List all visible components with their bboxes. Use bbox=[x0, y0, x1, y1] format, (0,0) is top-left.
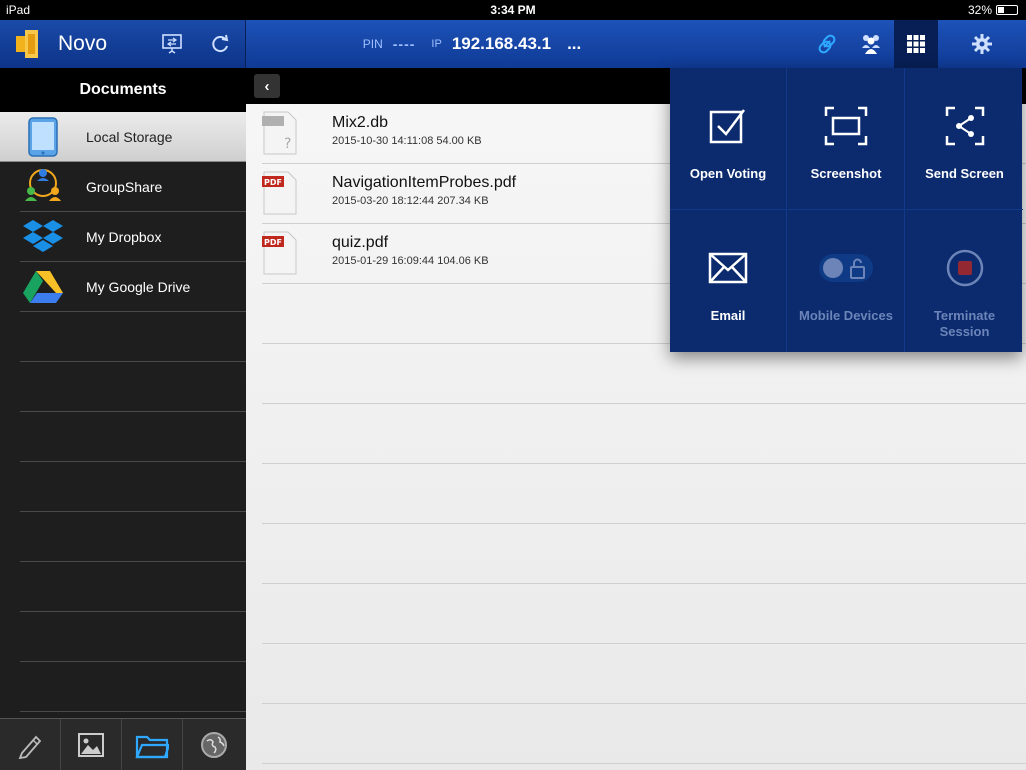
gallery-tab[interactable] bbox=[61, 719, 122, 770]
menu-label: Send Screen bbox=[925, 166, 1004, 181]
documents-tab[interactable] bbox=[122, 719, 183, 770]
sidebar-empty-row bbox=[20, 512, 246, 562]
file-name: Mix2.db bbox=[332, 114, 389, 131]
file-name: NavigationItemProbes.pdf bbox=[332, 174, 517, 191]
sidebar-title: Documents bbox=[0, 68, 246, 112]
sidebar-toolbar bbox=[0, 718, 246, 770]
empty-row bbox=[262, 524, 1026, 584]
refresh-button[interactable] bbox=[204, 28, 236, 60]
battery-percent: 32% bbox=[967, 3, 992, 17]
unknown-file-icon: ? bbox=[262, 111, 297, 155]
pdf-badge: PDF bbox=[264, 178, 282, 187]
sidebar: Documents Local Storage GroupShare My Dr… bbox=[0, 68, 246, 770]
grid-menu-icon bbox=[907, 35, 925, 53]
screenshot-icon bbox=[824, 106, 868, 146]
mobile-lock-toggle-icon bbox=[819, 254, 873, 282]
stop-icon bbox=[946, 249, 983, 287]
sidebar-item-label: GroupShare bbox=[86, 178, 163, 195]
sidebar-item-dropbox[interactable]: My Dropbox bbox=[20, 212, 246, 262]
header-actions bbox=[698, 20, 1026, 68]
menu-grid-button[interactable] bbox=[894, 20, 938, 68]
sidebar-empty-row bbox=[20, 662, 246, 712]
google-drive-icon bbox=[22, 266, 64, 308]
send-screen-icon bbox=[945, 106, 984, 146]
empty-row bbox=[262, 344, 1026, 404]
menu-label: Screenshot bbox=[810, 166, 882, 181]
sidebar-empty-row bbox=[20, 412, 246, 462]
menu-label: Mobile Devices bbox=[799, 308, 893, 323]
empty-row bbox=[262, 704, 1026, 764]
battery-status: 32% bbox=[968, 3, 1018, 17]
tablet-icon bbox=[22, 116, 64, 158]
empty-row bbox=[262, 464, 1026, 524]
folder-icon bbox=[135, 735, 169, 759]
sidebar-item-label: Local Storage bbox=[86, 128, 173, 145]
brand-area: Novo bbox=[0, 20, 246, 68]
svg-text:?: ? bbox=[284, 136, 291, 152]
back-button[interactable]: ‹ bbox=[254, 74, 280, 98]
image-icon bbox=[78, 733, 104, 757]
group-share-icon bbox=[22, 166, 64, 208]
clock: 3:34 PM bbox=[490, 3, 536, 17]
email-button[interactable]: Email bbox=[670, 210, 787, 352]
sidebar-empty-row bbox=[20, 362, 246, 412]
pin-label: PIN bbox=[362, 37, 383, 51]
menu-label: Terminate Session bbox=[933, 308, 996, 339]
users-group-icon bbox=[862, 35, 880, 54]
status-bar: iPad 3:34 PM 32% bbox=[0, 0, 1026, 20]
ip-label: IP bbox=[431, 38, 442, 50]
open-voting-button[interactable]: Open Voting bbox=[670, 68, 787, 210]
file-meta: 2015-01-29 16:09:44 104.06 KB bbox=[332, 255, 489, 267]
send-screen-button[interactable]: Send Screen bbox=[906, 68, 1023, 210]
novo-logo-icon bbox=[16, 30, 38, 58]
gear-icon bbox=[972, 34, 992, 54]
app-header: Novo PIN ---- IP 192.168.43.1 ... bbox=[0, 20, 1026, 68]
users-button[interactable] bbox=[850, 20, 892, 68]
file-meta: 2015-03-20 18:12:44 207.34 KB bbox=[332, 195, 489, 207]
sidebar-item-label: My Google Drive bbox=[86, 278, 191, 295]
dropbox-icon bbox=[22, 216, 64, 258]
pdf-file-icon: PDF bbox=[262, 231, 297, 275]
chevron-left-icon: ‹ bbox=[264, 77, 270, 95]
sidebar-empty-row bbox=[20, 612, 246, 662]
web-tab[interactable] bbox=[183, 719, 244, 770]
menu-label: Email bbox=[710, 308, 746, 323]
refresh-icon bbox=[212, 34, 229, 53]
empty-row bbox=[262, 644, 1026, 704]
pin-value: ---- bbox=[392, 36, 416, 52]
app-name: Novo bbox=[58, 32, 108, 55]
link-icon bbox=[818, 34, 836, 54]
connection-info: PIN ---- IP 192.168.43.1 ... bbox=[246, 20, 698, 68]
ip-more[interactable]: ... bbox=[567, 34, 581, 54]
sidebar-empty-row bbox=[20, 462, 246, 512]
globe-icon bbox=[200, 732, 227, 758]
sidebar-empty-row bbox=[20, 312, 246, 362]
projector-screen-icon bbox=[162, 34, 182, 54]
ip-address: 192.168.43.1 bbox=[451, 34, 552, 53]
battery-icon bbox=[996, 5, 1018, 15]
settings-button[interactable] bbox=[960, 20, 1004, 68]
pdf-badge: PDF bbox=[264, 238, 282, 247]
email-icon bbox=[708, 252, 748, 284]
empty-row bbox=[262, 404, 1026, 464]
voting-checkbox-icon bbox=[709, 109, 745, 144]
menu-label: Open Voting bbox=[689, 166, 767, 181]
sidebar-item-label: My Dropbox bbox=[86, 228, 162, 245]
link-button[interactable] bbox=[806, 20, 848, 68]
sidebar-item-google-drive[interactable]: My Google Drive bbox=[20, 262, 246, 312]
actions-popup-menu: Open Voting Screenshot Send Screen Email… bbox=[670, 68, 1023, 352]
pdf-file-icon: PDF bbox=[262, 171, 297, 215]
sidebar-item-local-storage[interactable]: Local Storage bbox=[0, 112, 246, 162]
terminate-session-button[interactable]: Terminate Session bbox=[906, 210, 1023, 352]
file-name: quiz.pdf bbox=[332, 234, 389, 251]
screenshot-button[interactable]: Screenshot bbox=[788, 68, 905, 210]
projection-button[interactable] bbox=[156, 28, 188, 60]
mobile-devices-button[interactable]: Mobile Devices bbox=[788, 210, 905, 352]
file-meta: 2015-10-30 14:11:08 54.00 KB bbox=[332, 135, 482, 147]
empty-row bbox=[262, 584, 1026, 644]
annotate-tab[interactable] bbox=[0, 719, 61, 770]
sidebar-empty-row bbox=[20, 562, 246, 612]
pencil-icon bbox=[18, 735, 42, 759]
sidebar-item-groupshare[interactable]: GroupShare bbox=[20, 162, 246, 212]
